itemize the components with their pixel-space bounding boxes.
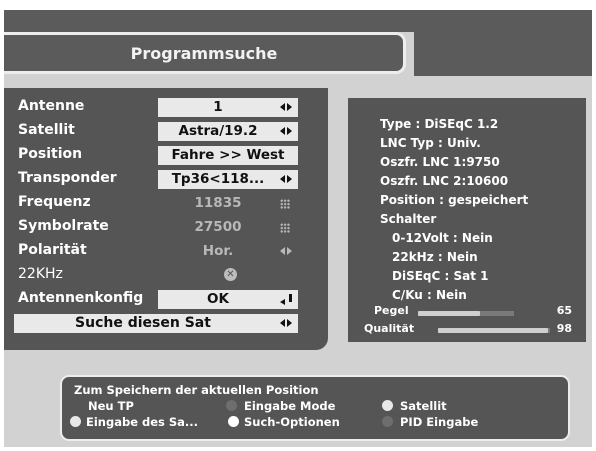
qualitaet-value: 98 (556, 322, 572, 335)
row-label: Satellit (18, 122, 75, 138)
help-pid-eingabe[interactable]: PID Eingabe (400, 415, 478, 429)
pegel-meter (418, 311, 480, 316)
row-position[interactable]: Position Fahre >> West (4, 144, 328, 166)
info-line: Schalter (380, 212, 437, 226)
help-line-1: Zum Speichern der aktuellen Position (74, 383, 319, 397)
page-title: Programmsuche (130, 44, 278, 63)
left-right-arrow-icon[interactable] (280, 127, 292, 136)
help-eingabe-mode[interactable]: Eingabe Mode (244, 399, 335, 413)
info-line: LNC Typ : Univ. (380, 136, 481, 150)
top-strip (4, 10, 592, 32)
row-label: Frequenz (18, 194, 91, 210)
row-search[interactable]: Suche diesen Sat (4, 312, 328, 334)
row-label: Position (18, 146, 83, 162)
left-right-arrow-icon[interactable] (280, 175, 292, 184)
row-value: OK (207, 291, 229, 307)
info-line: C/Ku : Nein (392, 288, 467, 302)
polaritaet-selector[interactable]: Hor. (158, 242, 298, 261)
row-value: Tp36<118... (171, 171, 265, 187)
search-this-sat-button[interactable]: Suche diesen Sat (14, 314, 298, 333)
qualitaet-label: Qualität (364, 322, 415, 335)
info-line: Type : DiSEqC 1.2 (380, 117, 499, 131)
search-button-label: Suche diesen Sat (75, 315, 211, 331)
row-antennenkonfig[interactable]: Antennenkonfig OK (4, 288, 328, 310)
row-satellit[interactable]: Satellit Astra/19.2 (4, 120, 328, 142)
row-symbolrate[interactable]: Symbolrate 27500 (4, 216, 328, 238)
info-line: DiSEqC : Sat 1 (392, 269, 489, 283)
position-control[interactable]: Fahre >> West (158, 146, 298, 165)
row-antenne[interactable]: Antenne 1 (4, 96, 328, 118)
antenna-info-panel: Type : DiSEqC 1.2 LNC Typ : Univ. Oszfr.… (348, 98, 586, 342)
color-key-dot (382, 400, 393, 411)
color-key-dot (70, 416, 81, 427)
info-line: 0-12Volt : Nein (392, 231, 493, 245)
row-label: Polarität (18, 242, 87, 258)
row-value: 1 (213, 99, 223, 115)
color-key-dot (226, 400, 237, 411)
search-menu: Antenne 1 Satellit Astra/19.2 Position F… (4, 88, 328, 350)
row-frequenz[interactable]: Frequenz 11835 (4, 192, 328, 214)
color-key-dot (382, 416, 393, 427)
keypad-icon (280, 223, 290, 233)
row-label: Symbolrate (18, 218, 109, 234)
row-label: Antennenkonfig (18, 290, 144, 306)
header-background-right (414, 32, 592, 76)
color-key-dot (228, 416, 239, 427)
satellit-selector[interactable]: Astra/19.2 (158, 122, 298, 141)
help-satellit[interactable]: Satellit (400, 399, 447, 413)
pegel-value: 65 (556, 304, 572, 317)
info-line: Position : gespeichert (380, 193, 529, 207)
x-circle-icon[interactable]: ✕ (224, 268, 237, 281)
info-line: Oszfr. LNC 1:9750 (380, 155, 500, 169)
help-line-2: Neu TP (88, 399, 134, 413)
pegel-label: Pegel (374, 304, 409, 317)
antennenkonfig-ok-button[interactable]: OK (158, 290, 298, 309)
antenne-selector[interactable]: 1 (158, 98, 298, 117)
help-box: Zum Speichern der aktuellen Position Neu… (60, 375, 570, 441)
help-eingabe-des-sat[interactable]: Eingabe des Sa... (86, 415, 198, 429)
left-right-arrow-icon[interactable] (280, 103, 292, 112)
row-label: Antenne (18, 98, 85, 114)
row-polaritaet[interactable]: Polarität Hor. (4, 240, 328, 262)
row-value: 11835 (194, 195, 242, 211)
frequenz-input[interactable]: 11835 (158, 194, 298, 213)
left-right-arrow-icon[interactable] (280, 319, 292, 328)
row-label: 22KHz (18, 266, 63, 282)
help-such-optionen[interactable]: Such-Optionen (244, 415, 340, 429)
left-right-arrow-icon[interactable] (280, 247, 292, 256)
osd-screen: Programmsuche Antenne 1 Satellit Astra/1… (4, 10, 592, 447)
row-value: 27500 (194, 219, 242, 235)
keypad-icon (280, 199, 290, 209)
row-label: Transponder (18, 170, 117, 186)
row-value: Hor. (202, 243, 234, 259)
info-line: 22kHz : Nein (392, 250, 478, 264)
title-bar: Programmsuche (4, 32, 406, 74)
row-value: Fahre >> West (171, 147, 285, 163)
qualitaet-meter (438, 328, 548, 333)
row-value: Astra/19.2 (178, 123, 258, 139)
row-transponder[interactable]: Transponder Tp36<118... (4, 168, 328, 190)
row-22khz[interactable]: 22KHz ✕ (4, 264, 328, 286)
enter-icon (280, 294, 292, 305)
transponder-selector[interactable]: Tp36<118... (158, 170, 298, 189)
info-line: Oszfr. LNC 2:10600 (380, 174, 509, 188)
symbolrate-input[interactable]: 27500 (158, 218, 298, 237)
